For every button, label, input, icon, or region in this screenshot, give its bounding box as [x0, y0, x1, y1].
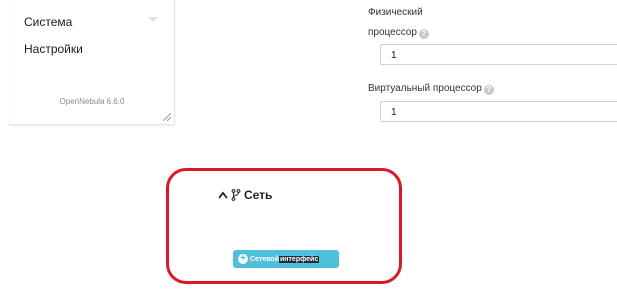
help-icon[interactable]: ? — [418, 29, 429, 39]
physical-cpu-input[interactable]: 1 — [380, 44, 617, 65]
branch-icon — [231, 189, 241, 201]
physical-cpu-label-line1: Физический — [368, 7, 423, 18]
virtual-cpu-input[interactable]: 1 — [380, 101, 617, 122]
physical-cpu-label: процессор? — [368, 27, 429, 39]
chevron-up-icon[interactable] — [218, 191, 228, 199]
sidebar: Система Настройки OpenNebula 6.6.0 — [10, 0, 175, 125]
sidebar-item-system[interactable]: Система — [24, 15, 72, 29]
version-label: OpenNebula 6.6.0 — [59, 97, 125, 106]
network-section-header[interactable]: Сеть — [218, 188, 272, 202]
plus-circle-icon: + — [238, 254, 248, 264]
chevron-down-icon[interactable] — [148, 17, 158, 22]
virtual-cpu-label: Виртуальный процессор? — [368, 83, 494, 95]
add-network-interface-button[interactable]: + Сетевой интерфейс — [233, 250, 339, 268]
sidebar-item-settings[interactable]: Настройки — [24, 42, 83, 56]
page: Система Настройки OpenNebula 6.6.0 Физич… — [0, 0, 617, 289]
add-nic-label-word1: Сетевой — [250, 255, 279, 263]
virtual-cpu-label-text: Виртуальный процессор — [368, 83, 482, 94]
add-nic-label-word2: интерфейс — [278, 255, 320, 263]
network-section-title: Сеть — [244, 188, 273, 202]
resize-handle-icon[interactable] — [163, 113, 171, 121]
physical-cpu-label-line2: процессор — [368, 27, 417, 38]
help-icon[interactable]: ? — [483, 85, 494, 95]
